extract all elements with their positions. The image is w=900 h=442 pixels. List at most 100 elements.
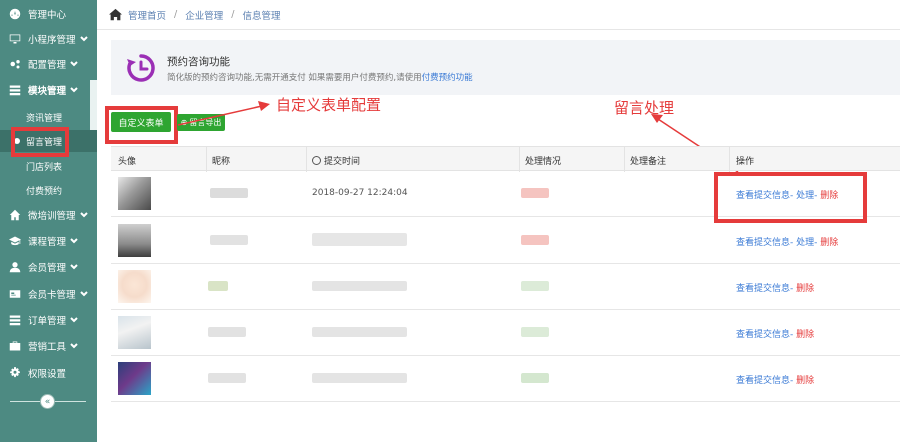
sidebar-item-label: 模块管理	[28, 86, 67, 97]
chevron-down-icon	[70, 342, 78, 350]
sidebar-collapse-button[interactable]: «	[40, 394, 55, 409]
table-row: 查看提交信息- 处理- 删除	[111, 218, 900, 264]
status-redacted	[521, 373, 549, 383]
action-separator: -	[790, 284, 794, 294]
column-header-nickname: 昵称	[212, 157, 231, 167]
graduation-cap-icon	[8, 234, 22, 248]
chevron-down-icon	[70, 86, 78, 94]
row-actions: 查看提交信息- 删除	[736, 281, 814, 294]
highlight-box-messages-nav	[11, 127, 69, 157]
sidebar-item-permissions[interactable]: 权限设置	[0, 361, 97, 385]
status-redacted	[521, 188, 549, 198]
submit-time-redacted	[312, 327, 407, 337]
export-messages-button[interactable]: ⊕ 留言导出	[177, 114, 225, 131]
breadcrumb-separator: /	[174, 9, 178, 20]
sidebar-item-label: 会员卡管理	[28, 290, 76, 301]
monitor-icon	[8, 32, 22, 46]
column-header-status: 处理情况	[525, 157, 562, 167]
gears-icon	[8, 57, 22, 71]
page-root: 管理中心 小程序管理 配置管理 模块管理 资讯管理 留言管理 门店列表 付费预约…	[0, 0, 900, 442]
sidebar-item-label: 课程管理	[28, 237, 67, 248]
annotation-message-handling: 留言处理	[614, 99, 675, 117]
sidebar-item-order[interactable]: 订单管理	[0, 308, 97, 332]
sidebar-subitem-label: 付费预约	[26, 186, 63, 197]
delete-link[interactable]: 删除	[796, 376, 814, 386]
table-row: 查看提交信息- 删除	[111, 356, 900, 402]
column-divider	[729, 147, 730, 172]
home-icon	[8, 208, 22, 222]
column-header-submit-time-label: 提交时间	[324, 157, 361, 167]
breadcrumb: 管理首页 / 企业管理 / 信息管理	[97, 0, 900, 30]
nickname-redacted	[208, 327, 246, 337]
nickname-redacted	[208, 281, 228, 291]
sidebar-item-config[interactable]: 配置管理	[0, 52, 97, 76]
briefcase-icon	[8, 339, 22, 353]
view-submission-link[interactable]: 查看提交信息	[736, 330, 790, 340]
sidebar-item-member-card[interactable]: 会员卡管理	[0, 282, 97, 306]
status-redacted	[521, 235, 549, 245]
home-icon[interactable]	[109, 8, 122, 21]
row-actions: 查看提交信息- 删除	[736, 327, 814, 340]
delete-link[interactable]: 删除	[820, 238, 838, 248]
table-header: 头像 昵称 提交时间 处理情况 处理备注 操作	[111, 146, 900, 172]
column-divider	[624, 147, 625, 172]
delete-link[interactable]: 删除	[796, 284, 814, 294]
column-header-avatar: 头像	[118, 157, 137, 167]
sidebar-item-label: 订单管理	[28, 316, 67, 327]
view-submission-link[interactable]: 查看提交信息	[736, 284, 790, 294]
view-submission-link[interactable]: 查看提交信息	[736, 376, 790, 386]
user-icon	[8, 260, 22, 274]
sidebar-subitem-stores[interactable]: 门店列表	[0, 155, 97, 177]
sidebar-item-training[interactable]: 微培训管理	[0, 203, 97, 227]
highlight-box-custom-form	[105, 106, 178, 144]
row-actions: 查看提交信息- 处理- 删除	[736, 235, 838, 248]
breadcrumb-item-enterprise[interactable]: 企业管理	[185, 8, 223, 22]
submit-time-redacted	[312, 233, 407, 246]
feature-title: 预约咨询功能	[167, 56, 230, 68]
avatar	[118, 316, 151, 349]
card-icon	[8, 287, 22, 301]
table-row: 查看提交信息- 删除	[111, 264, 900, 310]
paid-booking-link[interactable]: 付费预约功能	[422, 73, 473, 83]
avatar	[118, 270, 151, 303]
nickname-redacted	[208, 373, 246, 383]
sidebar-item-label: 会员管理	[28, 263, 67, 274]
sidebar-item-label: 小程序管理	[28, 35, 76, 46]
process-link[interactable]: 处理	[796, 238, 814, 248]
sidebar-item-module[interactable]: 模块管理	[0, 78, 97, 102]
chevron-down-icon	[70, 237, 78, 245]
clock-icon	[312, 156, 321, 165]
column-divider	[519, 147, 520, 172]
chevron-down-icon	[70, 316, 78, 324]
action-separator: -	[790, 376, 794, 386]
sidebar-subitem-news[interactable]: 资讯管理	[0, 106, 97, 128]
grid-icon	[8, 83, 22, 97]
sidebar-subitem-label: 资讯管理	[26, 113, 63, 124]
breadcrumb-item-home[interactable]: 管理首页	[128, 8, 166, 22]
nickname-redacted	[210, 188, 248, 198]
column-divider	[206, 147, 207, 172]
sidebar-item-miniprogram[interactable]: 小程序管理	[0, 27, 97, 51]
sidebar-item-marketing[interactable]: 营销工具	[0, 334, 97, 358]
feature-description-text: 简化版的预约咨询功能,无需开通支付 如果需要用户付费预约,请使用	[167, 73, 422, 83]
chevron-down-icon	[79, 290, 88, 298]
feature-info-panel: 预约咨询功能 简化版的预约咨询功能,无需开通支付 如果需要用户付费预约,请使用付…	[111, 40, 900, 95]
sidebar-item-label: 权限设置	[28, 369, 67, 380]
sidebar-item-course[interactable]: 课程管理	[0, 229, 97, 253]
column-header-submit-time: 提交时间	[312, 154, 360, 167]
sidebar-item-label: 管理中心	[28, 10, 67, 21]
dashboard-icon	[8, 7, 22, 21]
clock-refresh-icon	[127, 54, 155, 82]
submit-time-redacted	[312, 373, 407, 383]
delete-link[interactable]: 删除	[796, 330, 814, 340]
view-submission-link[interactable]: 查看提交信息	[736, 238, 790, 248]
submit-time: 2018-09-27 12:24:04	[312, 188, 408, 198]
sidebar: 管理中心 小程序管理 配置管理 模块管理 资讯管理 留言管理 门店列表 付费预约…	[0, 0, 97, 442]
sidebar-subitem-paid-booking[interactable]: 付费预约	[0, 179, 97, 201]
row-actions: 查看提交信息- 删除	[736, 373, 814, 386]
sidebar-item-member[interactable]: 会员管理	[0, 255, 97, 279]
list-icon	[8, 313, 22, 327]
chevron-down-icon	[79, 35, 88, 43]
breadcrumb-item-info[interactable]: 信息管理	[242, 8, 280, 22]
sidebar-item-admin-center[interactable]: 管理中心	[0, 2, 97, 26]
